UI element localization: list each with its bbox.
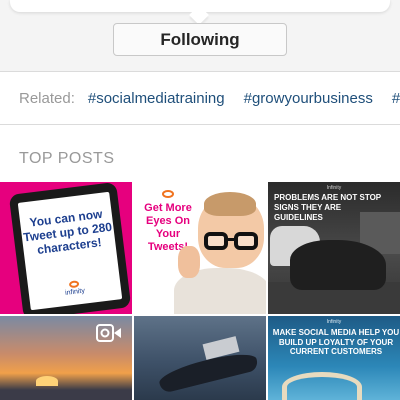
brand-logo: infinity (28, 275, 121, 301)
video-icon (96, 324, 121, 342)
brand-name: infinity (64, 287, 86, 297)
post-tile-loyalty-quote[interactable]: Infinity MAKE SOCIAL MEDIA HELP YOU BUIL… (268, 316, 400, 400)
post-tile-problems-quote[interactable]: Infinity PROBLEMS ARE NOT STOP SIGNS THE… (268, 182, 400, 314)
related-label: Related: (19, 90, 75, 107)
glasses-bridge (226, 238, 236, 241)
infinity-logo-icon (162, 190, 174, 198)
post-text: MAKE SOCIAL MEDIA HELP YOU BUILD UP LOYA… (272, 328, 400, 356)
tablet-screen: You can now Tweet up to 280 characters! … (17, 191, 123, 311)
baby-hair (204, 192, 256, 216)
header-area: Following (0, 0, 400, 72)
following-button[interactable]: Following (113, 23, 287, 56)
glasses-right-lens (234, 232, 258, 250)
island-image (282, 372, 362, 400)
post-logo: Infinity (326, 185, 342, 191)
black-car-image (290, 240, 386, 290)
infinity-logo-icon (68, 280, 80, 289)
tablet-image: You can now Tweet up to 280 characters! … (8, 182, 132, 314)
post-tile-more-eyes[interactable]: Get More Eyes On Your Tweets! (134, 182, 266, 314)
top-posts-title: TOP POSTS (19, 150, 115, 167)
post-tile-yacht[interactable] (134, 316, 266, 400)
related-tag-socialmediatraining[interactable]: #socialmediatraining (88, 90, 225, 107)
post-tile-tweet-280[interactable]: You can now Tweet up to 280 characters! … (0, 182, 132, 314)
post-logo: Infinity (326, 319, 342, 325)
glasses-left-lens (204, 232, 228, 250)
post-text: PROBLEMS ARE NOT STOP SIGNS THEY ARE GUI… (274, 193, 381, 222)
related-hashtags-bar: Related: #socialmediatraining #growyourb… (0, 73, 400, 125)
baby-hand (178, 246, 200, 278)
post-text: You can now Tweet up to 280 characters! (22, 206, 113, 257)
related-tag-growyourbusiness[interactable]: #growyourbusiness (244, 90, 373, 107)
sun-image (36, 376, 58, 386)
related-tag-partial[interactable]: # (392, 90, 400, 107)
post-tile-sunset-video[interactable] (0, 316, 132, 400)
